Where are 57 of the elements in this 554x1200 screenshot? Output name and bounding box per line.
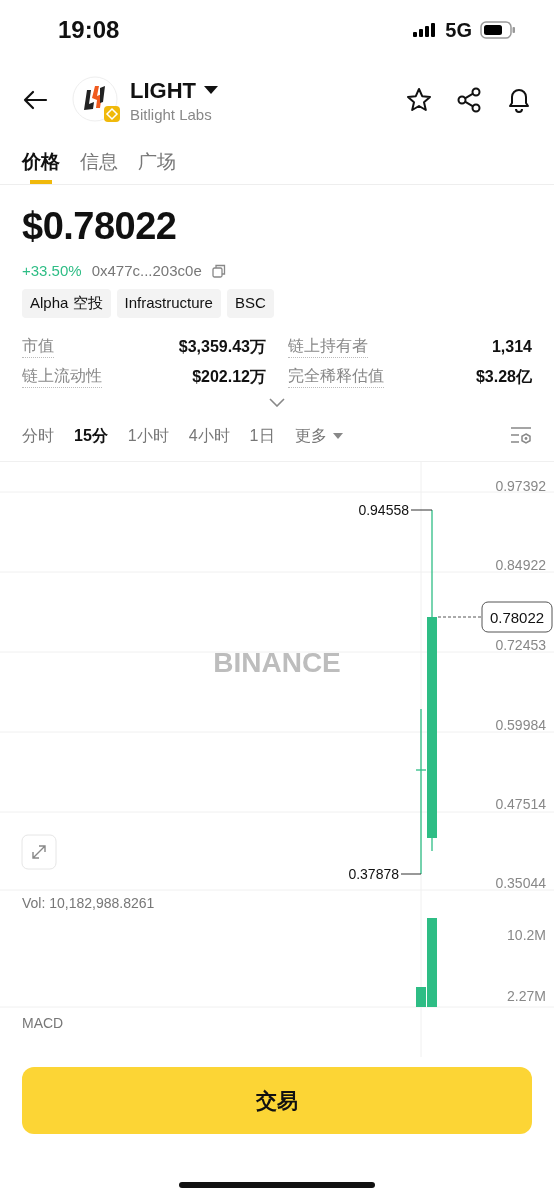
stat-value: 1,314 [491,338,532,356]
interval-tab[interactable]: 分时 [22,425,54,447]
share-icon[interactable] [456,87,482,113]
battery-icon [480,21,516,39]
volume-axis-label: 2.27M [507,988,546,1004]
page-tab[interactable]: 信息 [80,140,118,184]
contract-address: 0x477c...203c0e [91,262,202,279]
copy-icon[interactable] [211,263,226,278]
caret-down-icon[interactable] [332,433,343,439]
caret-icon[interactable] [204,86,218,95]
price-axis-label: 0.59984 [495,717,546,733]
high-price-label: 0.94558 [358,502,409,518]
back-arrow-icon[interactable] [22,90,48,110]
interval-tab[interactable]: 4小时 [188,425,230,447]
volume-axis-label: 10.2M [507,927,546,943]
leader-line [400,873,422,875]
star-icon[interactable] [406,87,432,113]
stat-label: 链上持有者 [288,336,368,358]
tag-chip[interactable]: Infrastructure [116,289,221,318]
indicator-label: MACD [22,1015,64,1031]
stat-value: $3.28亿 [475,366,532,387]
price-axis-label: 0.72453 [495,637,546,653]
status-time: 19:08 [58,16,120,44]
token-symbol[interactable]: LIGHT [130,77,196,104]
signal-icon [413,23,438,37]
stat-value: $202.12万 [192,366,266,387]
price-line [437,616,483,618]
more-dropdown[interactable]: 更多 [294,425,343,447]
page-tab[interactable]: 价格 [22,140,60,184]
tag-chip[interactable]: BSC [226,289,274,318]
chart-settings-icon[interactable] [510,426,532,446]
current-price: $0.78022 [22,205,178,248]
stat-value: $3,359.43万 [178,336,266,357]
price-axis-label: 0.97392 [495,478,546,494]
stat-label: 链上流动性 [22,366,102,388]
stat-label: 市值 [22,336,54,358]
chart-watermark: BINANCE [213,647,341,678]
price-axis-label: 0.47514 [495,796,546,812]
interval-tab[interactable]: 1小时 [127,425,169,447]
interval-tab[interactable]: 1日 [249,425,275,447]
network-type: 5G [445,18,472,42]
chevron-down-icon[interactable] [269,398,285,407]
tag-chip[interactable]: Alpha 空投 [22,289,111,318]
price-axis-label: 0.84922 [495,557,546,573]
page-tab[interactable]: 广场 [138,140,176,184]
last-price-label: 0.78022 [489,609,545,626]
price-change: +33.50% [22,262,82,279]
bell-icon[interactable] [506,86,532,114]
interval-tab[interactable]: 15分 [74,425,108,447]
project-name: Bitlight Labs [130,105,213,123]
token-logo-icon [72,76,122,124]
trade-button[interactable]: 交易 [22,1067,532,1134]
leader-line [410,509,433,511]
low-price-label: 0.37878 [348,866,399,882]
price-axis-label: 0.35044 [495,875,546,891]
volume-label: Vol: 10,182,988.8261 [22,895,155,911]
stat-label: 完全稀释估值 [288,366,384,388]
